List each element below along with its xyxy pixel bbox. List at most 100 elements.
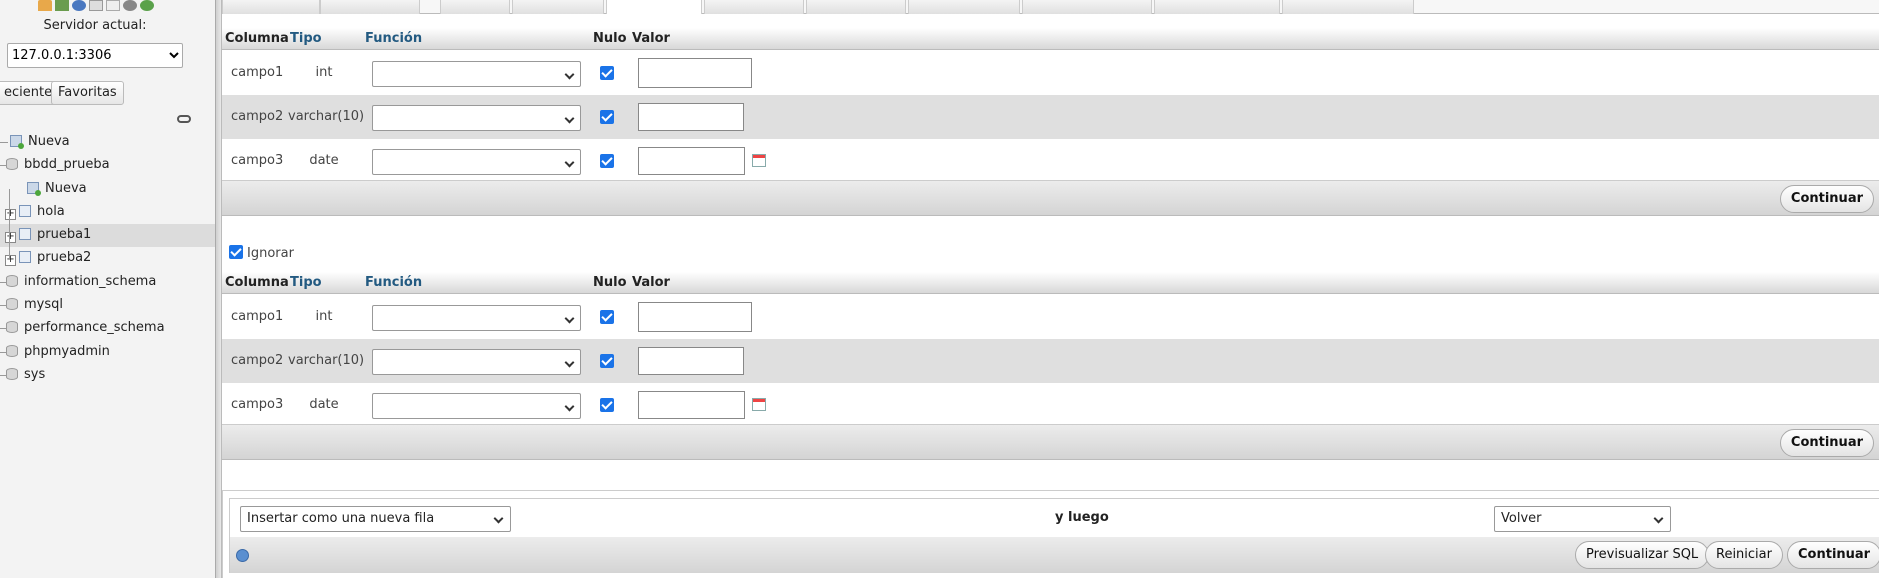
server-select[interactable]: 127.0.0.1:3306 (7, 43, 183, 68)
function-select[interactable] (372, 61, 581, 87)
value-input[interactable] (638, 347, 744, 375)
header-column: Columna (225, 275, 289, 290)
tab-3[interactable] (440, 0, 510, 14)
tree-item-table-prueba2[interactable]: + prueba2 (5, 247, 91, 269)
preview-sql-button[interactable]: Previsualizar SQL (1575, 541, 1710, 569)
value-input[interactable] (638, 302, 752, 332)
tree-label: prueba2 (37, 250, 92, 265)
table-row: campo2 varchar(10) (222, 95, 1879, 139)
table-header: Columna Tipo Función Nulo Valor (222, 28, 1879, 50)
help-icon[interactable] (236, 549, 249, 562)
tree-label: performance_schema (24, 320, 165, 335)
navigation-panel: Servidor actual: 127.0.0.1:3306 eciente … (0, 0, 216, 578)
tree-item-phpmyadmin[interactable]: phpmyadmin (6, 341, 110, 363)
link-icon[interactable] (177, 115, 191, 123)
function-select[interactable] (372, 149, 581, 175)
header-type[interactable]: Tipo (290, 275, 322, 290)
tab-4[interactable] (512, 0, 604, 14)
continue-button[interactable]: Continuar (1779, 185, 1874, 213)
column-name: campo2 (231, 353, 284, 368)
submit-footer: Previsualizar SQL Reiniciar Continuar (230, 537, 1879, 573)
after-action-select[interactable]: Volver (1494, 506, 1671, 532)
table-header: Columna Tipo Función Nulo Valor (222, 272, 1879, 294)
tree-label: prueba1 (37, 227, 92, 242)
null-checkbox[interactable] (600, 154, 614, 168)
tab-insert[interactable] (606, 0, 702, 15)
tree-label: Nueva (28, 134, 70, 149)
column-type: date (309, 153, 339, 168)
insert-mode-select[interactable]: Insertar como una nueva fila (240, 506, 511, 532)
function-select[interactable] (372, 305, 581, 331)
reset-button[interactable]: Reiniciar (1705, 541, 1783, 569)
tab-9[interactable] (1022, 0, 1152, 14)
tree-item-table-hola[interactable]: + hola (5, 201, 65, 223)
tree-item-bbdd-prueba[interactable]: bbdd_prueba (6, 154, 110, 176)
column-type: date (309, 397, 339, 412)
tree-label: phpmyadmin (24, 344, 110, 359)
column-name: campo1 (231, 309, 284, 324)
tab-8[interactable] (908, 0, 1020, 14)
database-icon (6, 158, 18, 170)
function-select[interactable] (372, 105, 581, 131)
tab-11[interactable] (1282, 0, 1414, 14)
tree-label: sys (24, 367, 46, 382)
null-checkbox[interactable] (600, 398, 614, 412)
new-database-icon (10, 135, 24, 149)
function-select[interactable] (372, 393, 581, 419)
top-tab-strip (222, 0, 1879, 15)
tree-item-table-prueba1[interactable]: + prueba1 (5, 224, 91, 246)
null-checkbox[interactable] (600, 110, 614, 124)
tab-2[interactable] (320, 0, 420, 14)
database-icon (6, 321, 18, 333)
reload-icon[interactable] (140, 0, 154, 11)
logout-icon[interactable] (55, 0, 69, 11)
value-input[interactable] (638, 103, 744, 131)
submit-continue-button[interactable]: Continuar (1787, 541, 1879, 569)
database-icon (6, 345, 18, 357)
docs-icon[interactable] (106, 0, 120, 11)
table-row: campo3 date (222, 139, 1879, 183)
function-select[interactable] (372, 349, 581, 375)
table-icon (19, 251, 31, 263)
tab-1[interactable] (222, 0, 320, 14)
table-row: campo1 int (222, 51, 1879, 95)
column-name: campo1 (231, 65, 284, 80)
new-table-icon (27, 182, 41, 196)
tree-item-new-db[interactable]: Nueva (10, 131, 70, 153)
header-function[interactable]: Función (365, 31, 422, 46)
header-function[interactable]: Función (365, 275, 422, 290)
value-input[interactable] (638, 147, 745, 175)
tab-10[interactable] (1154, 0, 1280, 14)
calendar-icon[interactable] (752, 154, 766, 167)
null-checkbox[interactable] (600, 354, 614, 368)
value-input[interactable] (638, 391, 745, 419)
header-value: Valor (632, 275, 670, 290)
column-name: campo2 (231, 109, 284, 124)
documentation-icon[interactable] (89, 0, 103, 11)
settings-gear-icon[interactable] (123, 0, 137, 11)
ignore-option[interactable]: Ignorar (229, 245, 294, 261)
tree-item-sys[interactable]: sys (6, 364, 45, 386)
tree-item-new-table[interactable]: Nueva (27, 178, 87, 200)
tree-item-performance-schema[interactable]: performance_schema (6, 317, 165, 339)
header-type[interactable]: Tipo (290, 31, 322, 46)
table-row: campo2 varchar(10) (222, 339, 1879, 383)
home-icon[interactable] (38, 0, 52, 11)
help-icon[interactable] (72, 0, 86, 11)
submit-panel-inner: Insertar como una nueva fila y luego Vol… (229, 498, 1879, 573)
ignore-checkbox[interactable] (229, 245, 243, 259)
value-input[interactable] (638, 58, 752, 88)
expand-icon[interactable]: + (5, 255, 16, 266)
null-checkbox[interactable] (600, 66, 614, 80)
tree-item-information-schema[interactable]: information_schema (6, 271, 156, 293)
tab-favorites[interactable]: Favoritas (51, 81, 124, 105)
tab-7[interactable] (806, 0, 906, 14)
header-value: Valor (632, 31, 670, 46)
expand-icon[interactable]: + (5, 232, 16, 243)
tab-6[interactable] (704, 0, 804, 14)
calendar-icon[interactable] (752, 398, 766, 411)
null-checkbox[interactable] (600, 310, 614, 324)
expand-icon[interactable]: + (5, 209, 16, 220)
continue-button[interactable]: Continuar (1779, 429, 1874, 457)
tree-item-mysql[interactable]: mysql (6, 294, 63, 316)
